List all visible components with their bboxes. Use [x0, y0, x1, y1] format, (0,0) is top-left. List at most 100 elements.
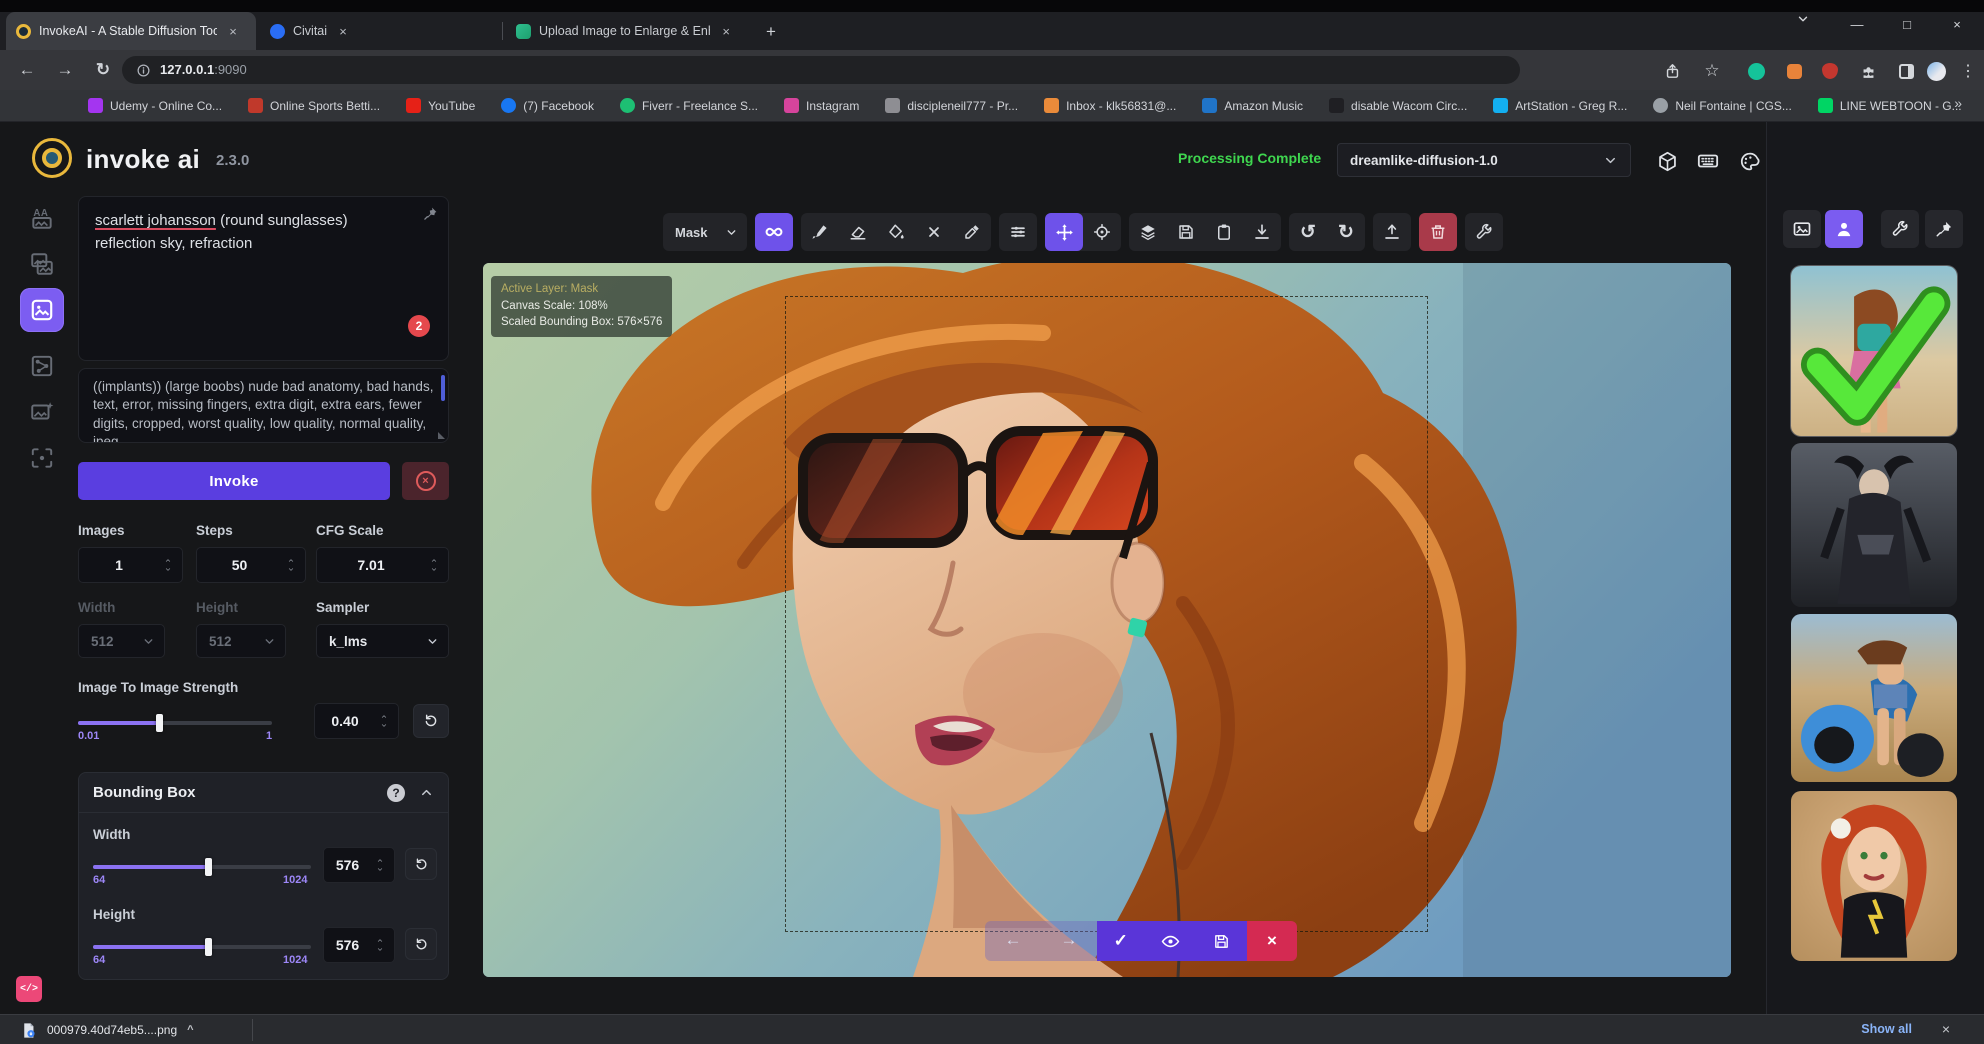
cfg-scale-input[interactable]: 7.01: [316, 547, 449, 583]
console-toggle-button[interactable]: </>: [16, 976, 42, 1002]
stepper-control[interactable]: [282, 557, 300, 573]
invoke-button[interactable]: Invoke: [78, 462, 390, 500]
brush-options-button[interactable]: [999, 213, 1037, 251]
img2img-slider-thumb[interactable]: [156, 714, 163, 732]
sampler-select[interactable]: k_lms: [316, 624, 449, 658]
reload-button[interactable]: ↻: [88, 60, 118, 80]
window-minimize-button[interactable]: —: [1842, 12, 1872, 38]
tab-close-icon[interactable]: ×: [335, 24, 351, 39]
address-bar[interactable]: 127.0.0.1:9090: [122, 56, 1520, 84]
tab-text-to-image[interactable]: [20, 196, 64, 240]
close-shelf-icon[interactable]: ×: [1942, 1021, 1950, 1037]
model-select[interactable]: dreamlike-diffusion-1.0: [1337, 143, 1631, 177]
sidebar-panel-icon[interactable]: [1894, 59, 1918, 83]
fill-bounding-box-button[interactable]: [877, 213, 915, 251]
window-maximize-button[interactable]: □: [1892, 12, 1922, 38]
cancel-button[interactable]: ×: [402, 462, 449, 500]
merge-visible-button[interactable]: [1129, 213, 1167, 251]
img2img-strength-input[interactable]: 0.40: [314, 703, 399, 739]
discard-image-button[interactable]: ×: [1247, 921, 1297, 961]
browser-menu-dots-icon[interactable]: ⋮: [1956, 59, 1980, 83]
collapse-chevron-icon[interactable]: [419, 785, 434, 800]
tab-nodes[interactable]: [20, 344, 64, 388]
tab-unified-canvas[interactable]: [20, 288, 64, 332]
bbox-height-reset-button[interactable]: [405, 928, 437, 960]
profile-avatar[interactable]: [1924, 59, 1948, 83]
stepper-control[interactable]: [425, 557, 443, 573]
audio-extension-icon[interactable]: [1782, 59, 1806, 83]
bookmark-item[interactable]: LINE WEBTOON - G...: [1818, 98, 1962, 113]
gallery-thumbnail[interactable]: [1791, 443, 1957, 607]
eraser-tool-button[interactable]: [839, 213, 877, 251]
img2img-reset-button[interactable]: [413, 704, 449, 738]
gallery-thumbnail[interactable]: [1791, 791, 1957, 961]
tab-close-icon[interactable]: ×: [718, 24, 734, 39]
extensions-puzzle-icon[interactable]: [1856, 59, 1880, 83]
bounding-box-selection[interactable]: [785, 296, 1428, 932]
download-image-button[interactable]: [1243, 213, 1281, 251]
browser-tab-civitai[interactable]: Civitai ×: [260, 12, 498, 50]
color-picker-button[interactable]: [953, 213, 991, 251]
bookmark-star-icon[interactable]: ☆: [1700, 59, 1724, 83]
bbox-width-reset-button[interactable]: [405, 848, 437, 880]
model-manager-button[interactable]: [1652, 146, 1682, 176]
new-tab-button[interactable]: +: [758, 19, 784, 45]
hotkeys-button[interactable]: [1693, 146, 1723, 176]
tab-close-icon[interactable]: ×: [225, 24, 241, 39]
stepper-control[interactable]: [371, 857, 389, 873]
bookmarks-overflow-icon[interactable]: »: [1954, 95, 1962, 111]
tab-training[interactable]: [20, 436, 64, 480]
bbox-height-slider-thumb[interactable]: [205, 938, 212, 956]
forward-button[interactable]: →: [50, 60, 80, 80]
bookmark-item[interactable]: Instagram: [784, 98, 859, 113]
move-tool-button[interactable]: [1045, 213, 1083, 251]
bbox-height-input[interactable]: 576: [323, 927, 395, 963]
images-input[interactable]: 1: [78, 547, 183, 583]
prompt-input[interactable]: scarlett johansson (round sunglasses) re…: [78, 196, 449, 361]
bookmark-item[interactable]: (7) Facebook: [501, 98, 594, 113]
bounding-box-header[interactable]: Bounding Box ?: [79, 773, 448, 813]
copy-to-clipboard-button[interactable]: [1205, 213, 1243, 251]
back-button[interactable]: ←: [12, 60, 42, 80]
bookmark-item[interactable]: Online Sports Betti...: [248, 98, 380, 113]
gallery-results-tab[interactable]: [1825, 210, 1863, 248]
browser-tab-upload-image[interactable]: Upload Image to Enlarge & Enh ×: [506, 12, 744, 50]
gallery-thumbnail-selected[interactable]: [1791, 266, 1957, 436]
previous-image-button[interactable]: ←: [985, 921, 1041, 959]
tab-image-to-image[interactable]: [20, 242, 64, 286]
mask-options-button[interactable]: [755, 213, 793, 251]
download-caret-icon[interactable]: ^: [187, 1024, 193, 1036]
grammarly-extension-icon[interactable]: [1744, 59, 1768, 83]
bookmark-item[interactable]: Neil Fontaine | CGS...: [1653, 98, 1792, 113]
bookmark-item[interactable]: Amazon Music: [1202, 98, 1303, 113]
bookmark-item[interactable]: discipleneil777 - Pr...: [885, 98, 1018, 113]
clear-canvas-button[interactable]: [1419, 213, 1457, 251]
reset-view-button[interactable]: [1083, 213, 1121, 251]
resize-handle[interactable]: [438, 432, 445, 439]
upload-image-button[interactable]: [1373, 213, 1411, 251]
accept-image-button[interactable]: ✓: [1114, 931, 1128, 951]
undo-button[interactable]: ↺: [1289, 213, 1327, 251]
bookmark-item[interactable]: Inbox - klk56831@...: [1044, 98, 1176, 113]
bookmark-item[interactable]: Udemy - Online Co...: [88, 98, 222, 113]
show-all-downloads-link[interactable]: Show all: [1861, 1022, 1912, 1036]
share-icon[interactable]: [1660, 59, 1684, 83]
tab-search-caret-icon[interactable]: [1796, 12, 1826, 26]
brush-tool-button[interactable]: [801, 213, 839, 251]
bookmark-item[interactable]: Fiverr - Freelance S...: [620, 98, 758, 113]
save-staged-image-button[interactable]: [1213, 933, 1230, 950]
adblock-extension-icon[interactable]: [1818, 59, 1842, 83]
scrollbar-thumb[interactable]: [441, 375, 445, 401]
layer-select[interactable]: Mask: [663, 213, 747, 251]
canvas-settings-button[interactable]: [1465, 213, 1503, 251]
show-hide-image-button[interactable]: [1161, 932, 1180, 951]
bookmark-item[interactable]: ArtStation - Greg R...: [1493, 98, 1627, 113]
bbox-width-slider-thumb[interactable]: [205, 858, 212, 876]
theme-button[interactable]: [1734, 146, 1764, 176]
tab-post-processing[interactable]: [20, 390, 64, 434]
stepper-control[interactable]: [375, 713, 393, 729]
gallery-images-tab[interactable]: [1783, 210, 1821, 248]
bookmark-item[interactable]: YouTube: [406, 98, 475, 113]
save-to-gallery-button[interactable]: [1167, 213, 1205, 251]
unified-canvas[interactable]: Active Layer: Mask Canvas Scale: 108% Sc…: [483, 263, 1731, 977]
